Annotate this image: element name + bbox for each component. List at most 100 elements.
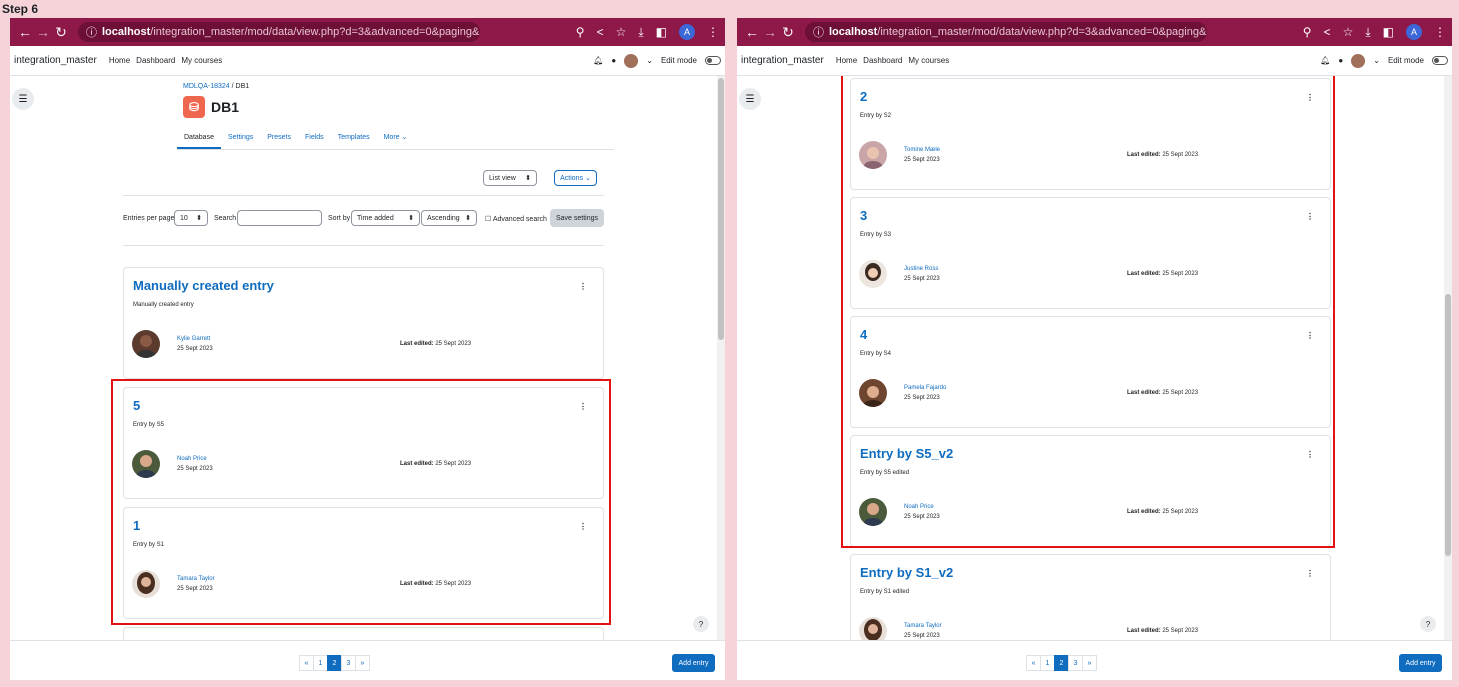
info-icon: ⓘ bbox=[86, 27, 97, 39]
site-name[interactable]: integration_master bbox=[741, 55, 824, 66]
entry-subtitle: Entry by S1 edited bbox=[860, 589, 910, 595]
actions-button[interactable]: Actions ⌄ bbox=[554, 170, 597, 186]
database-icon: ⛁ bbox=[183, 96, 205, 118]
side-panel-icon[interactable]: ◧ bbox=[656, 25, 667, 39]
share-icon[interactable]: < bbox=[597, 25, 604, 39]
nav-my-courses[interactable]: My courses bbox=[908, 56, 949, 65]
messages-icon[interactable]: ● bbox=[1338, 56, 1343, 65]
pagination-page-1[interactable]: 1 bbox=[1040, 655, 1055, 671]
side-panel-icon[interactable]: ◧ bbox=[1383, 25, 1394, 39]
user-menu-chevron-icon[interactable]: ⌄ bbox=[1373, 56, 1380, 65]
last-edited: Last edited: 25 Sept 2023 bbox=[400, 341, 471, 347]
entry-card: Manually created entry Manually created … bbox=[123, 267, 604, 379]
pagination-page-1[interactable]: 1 bbox=[313, 655, 328, 671]
entry-user[interactable]: Tamara Taylor bbox=[904, 623, 942, 629]
pagination-page-2[interactable]: 2 bbox=[1054, 655, 1069, 671]
download-icon[interactable]: ⤓ bbox=[1365, 25, 1370, 40]
nav-home[interactable]: Home bbox=[109, 56, 130, 65]
advanced-search-checkbox[interactable]: ☐ Advanced search bbox=[485, 215, 547, 223]
help-button[interactable]: ? bbox=[693, 616, 709, 632]
notification-bell-icon[interactable]: 🔔︎ bbox=[1320, 56, 1330, 65]
forward-icon[interactable]: → bbox=[34, 24, 52, 40]
profile-avatar[interactable]: A bbox=[1406, 24, 1422, 40]
address-bar[interactable]: ⓘ localhost/integration_master/mod/data/… bbox=[78, 22, 480, 42]
entry-menu-icon[interactable]: ⋮ bbox=[579, 282, 587, 291]
step-label: Step 6 bbox=[2, 2, 39, 16]
secondary-nav: Database Settings Presets Fields Templat… bbox=[177, 132, 614, 150]
sort-field-select[interactable]: Time added ⬍ bbox=[351, 210, 420, 226]
user-avatar[interactable] bbox=[624, 53, 639, 68]
entry-user[interactable]: Kylie Garrett bbox=[177, 336, 210, 342]
entry-menu-icon[interactable]: ⋮ bbox=[1306, 569, 1314, 578]
user-avatar[interactable] bbox=[1351, 53, 1366, 68]
pagination-last[interactable]: » bbox=[355, 655, 370, 671]
reload-icon[interactable]: ↻ bbox=[52, 24, 70, 41]
pagination-page-3[interactable]: 3 bbox=[341, 655, 356, 671]
view-select-value: List view bbox=[489, 174, 516, 182]
course-index-icon[interactable]: ☰ bbox=[739, 88, 761, 110]
messages-icon[interactable]: ● bbox=[611, 56, 616, 65]
select-arrow-icon: ⬍ bbox=[196, 215, 202, 222]
profile-avatar[interactable]: A bbox=[679, 24, 695, 40]
nav-my-courses[interactable]: My courses bbox=[181, 56, 222, 65]
browser-menu-icon[interactable]: ⋮ bbox=[707, 25, 719, 39]
entry-title[interactable]: Manually created entry bbox=[133, 278, 274, 293]
tab-presets[interactable]: Presets bbox=[260, 132, 298, 149]
course-index-icon[interactable]: ☰ bbox=[12, 88, 34, 110]
reload-icon[interactable]: ↻ bbox=[779, 24, 797, 41]
bookmark-star-icon[interactable]: ☆ bbox=[1343, 25, 1354, 39]
download-icon[interactable]: ⤓ bbox=[638, 25, 643, 40]
nav-dashboard[interactable]: Dashboard bbox=[136, 56, 175, 65]
advanced-search-label: Advanced search bbox=[492, 216, 547, 223]
breadcrumb-parent[interactable]: MDLQA-18324 bbox=[183, 83, 230, 90]
add-entry-button[interactable]: Add entry bbox=[672, 654, 715, 672]
notification-bell-icon[interactable]: 🔔︎ bbox=[593, 56, 603, 65]
scrollbar[interactable] bbox=[1444, 76, 1452, 640]
tab-settings[interactable]: Settings bbox=[221, 132, 260, 149]
edit-mode-toggle[interactable] bbox=[1432, 56, 1448, 65]
avatar[interactable] bbox=[859, 617, 887, 640]
entries-per-page-value: 10 bbox=[180, 214, 188, 222]
zoom-icon[interactable]: ⚲ bbox=[1303, 25, 1312, 39]
pagination-page-3[interactable]: 3 bbox=[1068, 655, 1083, 671]
tab-fields[interactable]: Fields bbox=[298, 132, 331, 149]
bookmark-star-icon[interactable]: ☆ bbox=[616, 25, 627, 39]
user-menu-chevron-icon[interactable]: ⌄ bbox=[646, 56, 653, 65]
scrollbar[interactable] bbox=[717, 76, 725, 640]
pagination-first[interactable]: « bbox=[1026, 655, 1041, 671]
address-bar[interactable]: ⓘ localhost/integration_master/mod/data/… bbox=[805, 22, 1207, 42]
last-edited-label: Last edited: bbox=[1127, 628, 1161, 634]
entries-per-page-select[interactable]: 10 ⬍ bbox=[174, 210, 208, 226]
entry-subtitle: Manually created entry bbox=[133, 302, 194, 308]
browser-menu-icon[interactable]: ⋮ bbox=[1434, 25, 1446, 39]
back-icon[interactable]: ← bbox=[743, 24, 761, 40]
nav-dashboard[interactable]: Dashboard bbox=[863, 56, 902, 65]
back-icon[interactable]: ← bbox=[16, 24, 34, 40]
view-select[interactable]: List view ⬍ bbox=[483, 170, 537, 186]
edit-mode-label: Edit mode bbox=[1387, 56, 1424, 65]
activity-title: DB1 bbox=[211, 99, 240, 115]
site-name[interactable]: integration_master bbox=[14, 55, 97, 66]
tab-more[interactable]: More ⌄ bbox=[377, 132, 415, 149]
edit-mode-toggle[interactable] bbox=[705, 56, 721, 65]
help-button[interactable]: ? bbox=[1420, 616, 1436, 632]
pagination-first[interactable]: « bbox=[299, 655, 314, 671]
pagination-last[interactable]: » bbox=[1082, 655, 1097, 671]
forward-icon[interactable]: → bbox=[761, 24, 779, 40]
add-entry-button[interactable]: Add entry bbox=[1399, 654, 1442, 672]
tab-database[interactable]: Database bbox=[177, 132, 221, 149]
entry-title[interactable]: Entry by S1_v2 bbox=[860, 565, 953, 580]
search-label: Search bbox=[214, 215, 237, 222]
save-settings-button[interactable]: Save settings bbox=[550, 209, 604, 227]
nav-home[interactable]: Home bbox=[836, 56, 857, 65]
share-icon[interactable]: < bbox=[1324, 25, 1331, 39]
tab-templates[interactable]: Templates bbox=[331, 132, 377, 149]
edit-mode-label: Edit mode bbox=[660, 56, 697, 65]
pagination-page-2[interactable]: 2 bbox=[327, 655, 342, 671]
actions-label: Actions bbox=[560, 174, 584, 182]
avatar[interactable] bbox=[132, 330, 160, 358]
sort-order-select[interactable]: Ascending ⬍ bbox=[421, 210, 477, 226]
zoom-icon[interactable]: ⚲ bbox=[576, 25, 585, 39]
search-input[interactable] bbox=[237, 210, 322, 226]
last-edited-value: 25 Sept 2023 bbox=[1162, 628, 1199, 634]
